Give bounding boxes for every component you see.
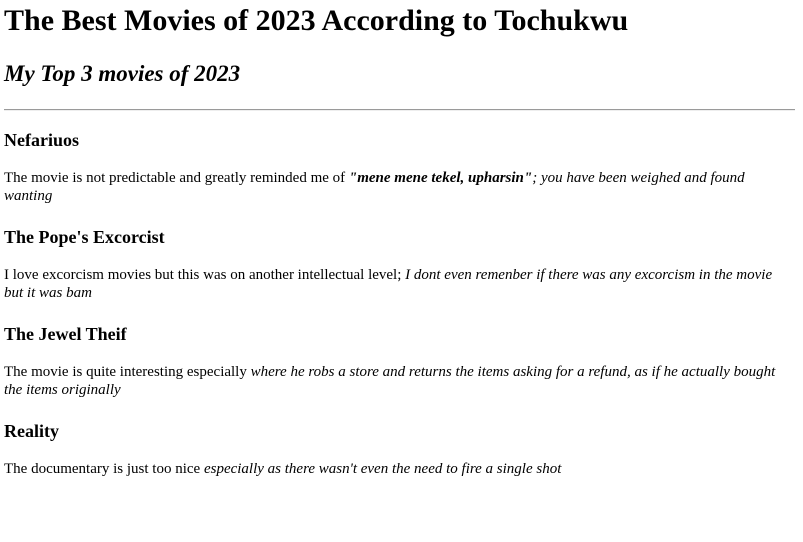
movie-title: Reality: [4, 421, 59, 441]
movie-description: The movie is not predictable and greatly…: [4, 169, 794, 205]
description-quote: "mene mene tekel, upharsin": [348, 170, 533, 186]
description-plain: I love excorcism movies but this was on …: [4, 267, 406, 283]
movie-entry-reality: Reality The documentary is just too nice…: [4, 420, 799, 478]
page: The Best Movies of 2023 According to Toc…: [0, 0, 803, 478]
description-plain: The movie is not predictable and greatly…: [4, 170, 349, 186]
movie-description: The documentary is just too nice especia…: [4, 460, 794, 478]
movie-description: I love excorcism movies but this was on …: [4, 266, 794, 302]
movie-entry-jewel-theif: The Jewel Theif The movie is quite inter…: [4, 323, 799, 399]
movie-description: The movie is quite interesting especiall…: [4, 363, 794, 399]
movie-entry-popes-excorcist: The Pope's Excorcist I love excorcism mo…: [4, 226, 799, 302]
description-italic: especially as there wasn't even the need…: [203, 461, 562, 477]
movie-title: The Pope's Excorcist: [4, 227, 165, 247]
divider: [4, 109, 795, 111]
movie-title: Nefariuos: [4, 130, 79, 150]
page-title: The Best Movies of 2023 According to Toc…: [4, 4, 629, 37]
movie-title: The Jewel Theif: [4, 324, 127, 344]
description-plain: The documentary is just too nice: [4, 461, 204, 477]
movie-entry-nefariuos: Nefariuos The movie is not predictable a…: [4, 129, 799, 205]
description-plain: The movie is quite interesting especiall…: [4, 364, 251, 380]
page-subtitle: My Top 3 movies of 2023: [4, 61, 241, 86]
